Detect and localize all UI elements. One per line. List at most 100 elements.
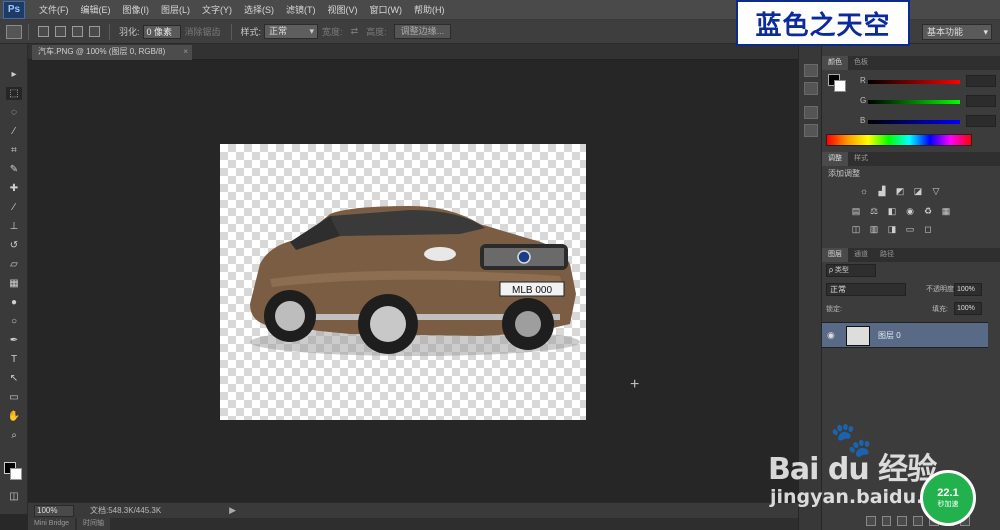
brightness-icon[interactable]: ☼: [858, 186, 870, 197]
tab-paths[interactable]: 路径: [874, 248, 900, 262]
quick-select-tool-icon[interactable]: ⁄: [6, 125, 22, 138]
new-selection-icon[interactable]: [38, 26, 49, 37]
shape-tool-icon[interactable]: ▭: [6, 391, 22, 404]
zoom-level-input[interactable]: 100%: [34, 504, 74, 517]
dodge-tool-icon[interactable]: ○: [6, 315, 22, 328]
slider-b[interactable]: B: [860, 115, 1000, 128]
lasso-tool-icon[interactable]: ◌: [6, 106, 22, 119]
menu-view[interactable]: 视图(V): [322, 0, 364, 20]
tab-swatches[interactable]: 色板: [848, 56, 874, 70]
slider-g-value[interactable]: [966, 95, 996, 107]
eyedropper-tool-icon[interactable]: ✎: [6, 163, 22, 176]
add-mask-icon[interactable]: [897, 516, 908, 526]
close-icon[interactable]: ×: [183, 45, 188, 59]
antialias-checkbox[interactable]: 消除锯齿: [185, 25, 221, 38]
slider-g-track[interactable]: [868, 100, 960, 104]
selective-color-icon[interactable]: ◻: [922, 224, 934, 235]
zoom-tool-icon[interactable]: ⌕: [6, 429, 22, 442]
hand-tool-icon[interactable]: ✋: [6, 410, 22, 423]
slider-r-value[interactable]: [966, 75, 996, 87]
intersect-selection-icon[interactable]: [89, 26, 100, 37]
gradient-map-icon[interactable]: ▭: [904, 224, 916, 235]
slider-r[interactable]: R: [860, 75, 1000, 88]
refine-edge-button[interactable]: 调整边缘...: [393, 24, 452, 39]
slider-g[interactable]: G: [860, 95, 1000, 108]
path-select-tool-icon[interactable]: ↖: [6, 372, 22, 385]
menu-window[interactable]: 窗口(W): [364, 0, 409, 20]
marquee-preset-icon[interactable]: [6, 24, 22, 39]
menu-type[interactable]: 文字(Y): [196, 0, 238, 20]
blend-mode-select[interactable]: 正常: [826, 283, 906, 296]
marquee-tool-icon[interactable]: ⬚: [6, 87, 22, 100]
exposure-icon[interactable]: ◪: [912, 186, 924, 197]
menu-edit[interactable]: 编辑(E): [75, 0, 117, 20]
color-lookup-icon[interactable]: ▦: [940, 206, 952, 217]
layer-name[interactable]: 图层 0: [878, 330, 901, 341]
document-canvas[interactable]: MLB 000: [220, 144, 586, 420]
blur-tool-icon[interactable]: ●: [6, 296, 22, 309]
crop-tool-icon[interactable]: ⌗: [6, 144, 22, 157]
background-color-swatch[interactable]: [10, 468, 22, 480]
levels-icon[interactable]: ▟: [876, 186, 888, 197]
add-selection-icon[interactable]: [55, 26, 66, 37]
color-spectrum-bar[interactable]: [826, 134, 972, 146]
gradient-tool-icon[interactable]: ▦: [6, 277, 22, 290]
curves-icon[interactable]: ◩: [894, 186, 906, 197]
tab-adjustments[interactable]: 调整: [822, 152, 848, 166]
move-tool-icon[interactable]: ▸: [6, 68, 22, 81]
tab-color[interactable]: 颜色: [822, 56, 848, 70]
swap-icon[interactable]: ⇄: [351, 26, 359, 37]
menu-select[interactable]: 选择(S): [238, 0, 280, 20]
quick-mask-icon[interactable]: ◫: [6, 490, 22, 503]
clone-stamp-tool-icon[interactable]: ⊥: [6, 220, 22, 233]
layer-filter-select[interactable]: ρ 类型: [826, 264, 876, 277]
subtract-selection-icon[interactable]: [72, 26, 83, 37]
paragraph-icon[interactable]: [804, 124, 818, 137]
layer-row[interactable]: ◉ 图层 0: [822, 322, 988, 348]
status-menu-arrow-icon[interactable]: ▶: [229, 505, 236, 516]
black-white-icon[interactable]: ◧: [886, 206, 898, 217]
pen-tool-icon[interactable]: ✒: [6, 334, 22, 347]
canvas-area[interactable]: MLB 000 +: [28, 60, 798, 502]
layer-style-icon[interactable]: [881, 516, 892, 526]
menu-layer[interactable]: 图层(L): [155, 0, 196, 20]
menu-filter[interactable]: 滤镜(T): [280, 0, 322, 20]
slider-b-track[interactable]: [868, 120, 960, 124]
threshold-icon[interactable]: ◨: [886, 224, 898, 235]
workspace-select[interactable]: 基本功能: [922, 24, 992, 40]
slider-r-track[interactable]: [868, 80, 960, 84]
menu-image[interactable]: 图像(I): [117, 0, 156, 20]
channel-mixer-icon[interactable]: ♻: [922, 206, 934, 217]
feather-input[interactable]: 0 像素: [142, 24, 181, 39]
eye-icon[interactable]: ◉: [827, 330, 839, 340]
tab-layers[interactable]: 图层: [822, 248, 848, 262]
opacity-input[interactable]: 100%: [954, 283, 982, 296]
eraser-tool-icon[interactable]: ▱: [6, 258, 22, 271]
properties-icon[interactable]: [804, 82, 818, 95]
panel-background-swatch[interactable]: [834, 80, 846, 92]
history-brush-tool-icon[interactable]: ↺: [6, 239, 22, 252]
tab-styles[interactable]: 样式: [848, 152, 874, 166]
vibrance-icon[interactable]: ▽: [930, 186, 942, 197]
slider-b-value[interactable]: [966, 115, 996, 127]
speed-badge[interactable]: 22.1 秒加速: [920, 470, 976, 526]
fill-input[interactable]: 100%: [954, 302, 982, 315]
brush-tool-icon[interactable]: ∕: [6, 201, 22, 214]
tab-mini-bridge[interactable]: Mini Bridge: [28, 518, 76, 530]
menu-file[interactable]: 文件(F): [33, 0, 75, 20]
new-adjustment-icon[interactable]: [913, 516, 923, 526]
healing-tool-icon[interactable]: ✚: [6, 182, 22, 195]
history-icon[interactable]: [804, 64, 818, 77]
menu-help[interactable]: 帮助(H): [408, 0, 451, 20]
tab-channels[interactable]: 通道: [848, 248, 874, 262]
invert-icon[interactable]: ◫: [850, 224, 862, 235]
character-icon[interactable]: [804, 106, 818, 119]
type-tool-icon[interactable]: T: [6, 353, 22, 366]
photo-filter-icon[interactable]: ◉: [904, 206, 916, 217]
posterize-icon[interactable]: ▥: [868, 224, 880, 235]
style-select[interactable]: 正常: [264, 24, 319, 39]
tab-timeline[interactable]: 时间轴: [77, 518, 111, 530]
document-tab[interactable]: 汽车.PNG @ 100% (图层 0, RGB/8) ×: [32, 45, 192, 60]
link-layers-icon[interactable]: [866, 516, 876, 526]
color-balance-icon[interactable]: ⚖: [868, 206, 880, 217]
